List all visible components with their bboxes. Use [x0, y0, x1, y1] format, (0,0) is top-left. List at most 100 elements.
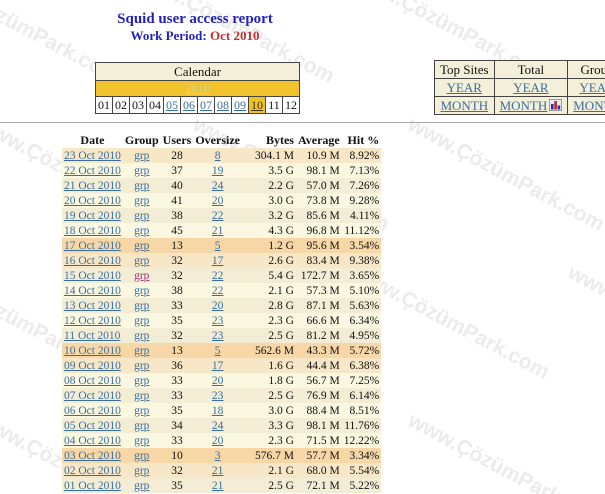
oversize-link[interactable]: 20 — [212, 300, 224, 312]
hit-value: 7.13% — [349, 164, 380, 177]
oversize-link[interactable]: 21 — [212, 225, 224, 237]
oversize-link[interactable]: 23 — [212, 330, 224, 342]
date-link[interactable]: 04 Oct 2010 — [64, 435, 121, 447]
year-link-total[interactable]: YEAR — [513, 80, 548, 95]
group-link[interactable]: grp — [134, 330, 149, 342]
year-link-group[interactable]: YEAR — [579, 80, 605, 95]
date-link[interactable]: 13 Oct 2010 — [64, 300, 121, 312]
hit-value: 7.26% — [349, 179, 380, 192]
group-link[interactable]: grp — [134, 390, 149, 402]
column-header-average: Average — [297, 133, 340, 147]
hit-value: 11.12% — [344, 224, 380, 237]
oversize-link[interactable]: 18 — [212, 405, 224, 417]
date-link[interactable]: 20 Oct 2010 — [64, 195, 121, 207]
date-link[interactable]: 06 Oct 2010 — [64, 405, 121, 417]
calendar-month-link-06[interactable]: 06 — [183, 98, 195, 112]
group-link[interactable]: grp — [134, 345, 149, 357]
calendar-month-09: 09 — [231, 96, 249, 114]
date-link[interactable]: 16 Oct 2010 — [64, 255, 121, 267]
calendar-month-link-07[interactable]: 07 — [200, 98, 212, 112]
oversize-link[interactable]: 22 — [212, 285, 224, 297]
oversize-link[interactable]: 5 — [215, 240, 221, 252]
oversize-link[interactable]: 20 — [212, 435, 224, 447]
date-link[interactable]: 14 Oct 2010 — [64, 285, 121, 297]
calendar-month-link-08[interactable]: 08 — [217, 98, 229, 112]
group-link[interactable]: grp — [134, 420, 149, 432]
oversize-link[interactable]: 21 — [212, 480, 224, 492]
month-link-group[interactable]: MONTH — [573, 98, 605, 113]
group-link[interactable]: grp — [134, 300, 149, 312]
oversize-link[interactable]: 19 — [212, 165, 224, 177]
users-value: 36 — [171, 359, 183, 372]
bytes-value: 2.5 G — [268, 329, 294, 342]
calendar-month-link-10[interactable]: 10 — [251, 98, 263, 112]
oversize-link[interactable]: 23 — [212, 390, 224, 402]
group-link[interactable]: grp — [134, 150, 149, 162]
date-link[interactable]: 08 Oct 2010 — [64, 375, 121, 387]
date-link[interactable]: 17 Oct 2010 — [64, 240, 121, 252]
group-link[interactable]: grp — [134, 405, 149, 417]
group-link[interactable]: grp — [134, 360, 149, 372]
date-link[interactable]: 09 Oct 2010 — [64, 360, 121, 372]
group-link[interactable]: grp — [134, 240, 149, 252]
group-link[interactable]: grp — [134, 285, 149, 297]
date-link[interactable]: 01 Oct 2010 — [64, 480, 121, 492]
date-link[interactable]: 05 Oct 2010 — [64, 420, 121, 432]
hit-value: 9.38% — [349, 254, 380, 267]
date-link[interactable]: 11 Oct 2010 — [64, 330, 120, 342]
oversize-link[interactable]: 17 — [212, 360, 224, 372]
group-link[interactable]: grp — [134, 435, 149, 447]
oversize-link[interactable]: 8 — [215, 150, 221, 162]
calendar-month-03: 03 — [129, 96, 147, 114]
calendar-month-link-09[interactable]: 09 — [234, 98, 246, 112]
month-link-total[interactable]: MONTH — [500, 98, 548, 113]
group-link[interactable]: grp — [134, 165, 149, 177]
date-link[interactable]: 12 Oct 2010 — [64, 315, 121, 327]
group-link[interactable]: grp — [134, 225, 149, 237]
oversize-link[interactable]: 23 — [212, 315, 224, 327]
group-link[interactable]: grp — [134, 480, 149, 492]
year-link-top-sites[interactable]: YEAR — [447, 80, 482, 95]
users-value: 28 — [171, 149, 183, 162]
table-row: 18 Oct 2010 grp 45 21 4.3 G 96.8 M 11.12… — [62, 223, 382, 238]
date-link[interactable]: 10 Oct 2010 — [64, 345, 121, 357]
date-link[interactable]: 03 Oct 2010 — [64, 450, 121, 462]
group-link[interactable]: grp — [134, 450, 149, 462]
oversize-link[interactable]: 20 — [212, 375, 224, 387]
oversize-link[interactable]: 24 — [212, 180, 224, 192]
date-link[interactable]: 23 Oct 2010 — [64, 150, 121, 162]
users-value: 13 — [171, 239, 183, 252]
group-link[interactable]: grp — [134, 195, 149, 207]
date-link[interactable]: 21 Oct 2010 — [64, 180, 121, 192]
group-link[interactable]: grp — [134, 255, 149, 267]
oversize-link[interactable]: 24 — [212, 420, 224, 432]
oversize-link[interactable]: 22 — [212, 270, 224, 282]
group-link[interactable]: grp — [134, 465, 149, 477]
oversize-link[interactable]: 17 — [212, 255, 224, 267]
calendar-year-link[interactable]: 2010 — [186, 81, 210, 95]
date-link[interactable]: 22 Oct 2010 — [64, 165, 121, 177]
oversize-link[interactable]: 3 — [215, 450, 221, 462]
oversize-link[interactable]: 21 — [212, 465, 224, 477]
oversize-link[interactable]: 22 — [212, 210, 224, 222]
table-row: 23 Oct 2010 grp 28 8 304.1 M 10.9 M 8.92… — [62, 148, 382, 163]
date-link[interactable]: 07 Oct 2010 — [64, 390, 121, 402]
quicklinks-table: Top SitesTotalGroup YEAR YEAR YEAR MONTH MO… — [434, 60, 605, 115]
users-value: 33 — [171, 374, 183, 387]
date-link[interactable]: 18 Oct 2010 — [64, 225, 121, 237]
table-row: 08 Oct 2010 grp 33 20 1.8 G 56.7 M 7.25% — [62, 373, 382, 388]
month-link-top-sites[interactable]: MONTH — [440, 98, 488, 113]
group-link[interactable]: grp — [134, 180, 149, 192]
group-link[interactable]: grp — [134, 270, 149, 282]
date-link[interactable]: 02 Oct 2010 — [64, 465, 121, 477]
table-row: 07 Oct 2010 grp 33 23 2.5 G 76.9 M 6.14% — [62, 388, 382, 403]
group-link[interactable]: grp — [134, 375, 149, 387]
date-link[interactable]: 15 Oct 2010 — [64, 270, 121, 282]
group-link[interactable]: grp — [134, 315, 149, 327]
oversize-link[interactable]: 20 — [212, 195, 224, 207]
oversize-link[interactable]: 5 — [215, 345, 221, 357]
calendar-month-link-05[interactable]: 05 — [166, 98, 178, 112]
bytes-value: 1.8 G — [268, 374, 294, 387]
group-link[interactable]: grp — [134, 210, 149, 222]
date-link[interactable]: 19 Oct 2010 — [64, 210, 121, 222]
